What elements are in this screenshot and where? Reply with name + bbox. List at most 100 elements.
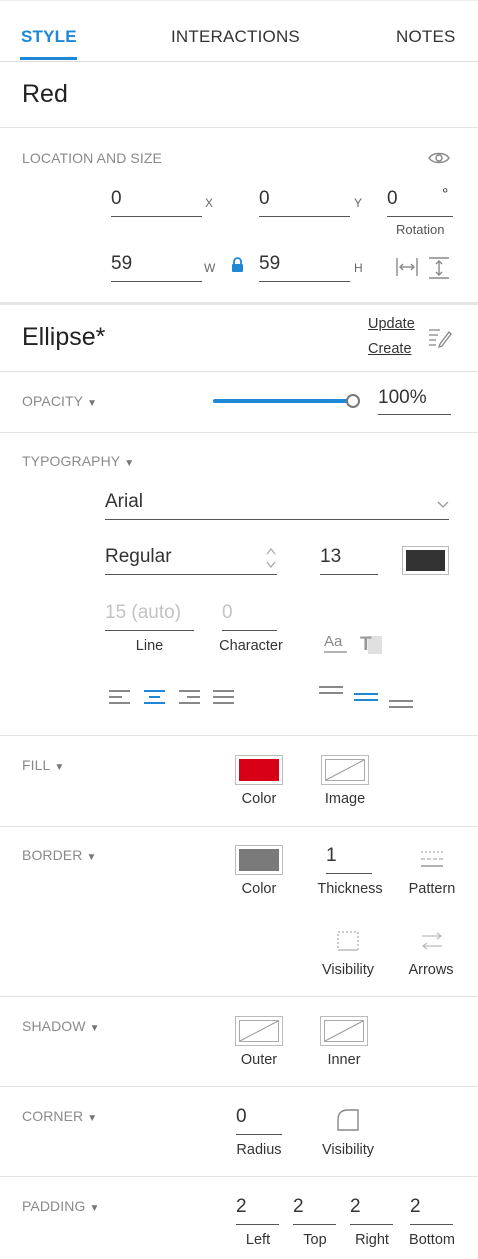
font-weight-select[interactable]: Regular bbox=[105, 546, 172, 568]
fill-image-swatch[interactable] bbox=[321, 755, 369, 785]
x-input[interactable]: 0 bbox=[111, 188, 122, 210]
border-color-swatch[interactable] bbox=[235, 845, 283, 875]
valign-middle-icon[interactable] bbox=[353, 691, 379, 703]
y-underline bbox=[259, 216, 350, 217]
svg-text:T: T bbox=[360, 634, 372, 655]
element-name[interactable]: Red bbox=[22, 80, 68, 109]
corner-radius-label: Radius bbox=[236, 1142, 282, 1158]
border-arrows-label: Arrows bbox=[408, 962, 454, 978]
fit-height-icon[interactable] bbox=[428, 256, 450, 280]
fill-image-label: Image bbox=[324, 791, 366, 807]
valign-top-icon[interactable] bbox=[318, 684, 344, 696]
opacity-label[interactable]: OPACITY ▼ bbox=[22, 393, 97, 409]
font-weight-underline bbox=[105, 574, 277, 575]
rotation-underline bbox=[387, 216, 453, 217]
valign-bottom-icon[interactable] bbox=[388, 698, 414, 710]
padding-top-label: Top bbox=[303, 1232, 327, 1248]
border-color-label: Color bbox=[241, 881, 277, 897]
arrows-icon[interactable] bbox=[420, 930, 444, 952]
pattern-icon[interactable] bbox=[420, 849, 444, 869]
border-thickness-underline bbox=[326, 873, 372, 874]
border-pattern-label: Pattern bbox=[408, 881, 456, 897]
x-label: X bbox=[205, 196, 214, 210]
font-size-underline bbox=[320, 574, 378, 575]
align-center-icon[interactable] bbox=[143, 688, 167, 706]
font-color-swatch[interactable] bbox=[402, 546, 449, 575]
opacity-input[interactable]: 100% bbox=[378, 387, 427, 409]
opacity-slider-fill bbox=[213, 399, 353, 403]
tab-interactions[interactable]: INTERACTIONS bbox=[171, 27, 300, 47]
border-thickness-label: Thickness bbox=[317, 881, 383, 897]
char-spacing-label: Character bbox=[219, 638, 283, 654]
padding-left-input[interactable]: 2 bbox=[236, 1196, 247, 1218]
padding-left-label: Left bbox=[245, 1232, 271, 1248]
corner-visibility-icon[interactable] bbox=[336, 1108, 360, 1132]
text-shadow-icon[interactable]: T bbox=[359, 630, 385, 656]
eye-icon[interactable] bbox=[427, 150, 451, 166]
chevron-updown-icon[interactable] bbox=[265, 546, 277, 570]
outer-shadow-label: Outer bbox=[240, 1052, 278, 1068]
y-input[interactable]: 0 bbox=[259, 188, 270, 210]
font-family-underline bbox=[105, 519, 449, 520]
update-style-link[interactable]: Update bbox=[368, 316, 415, 332]
corner-visibility-label: Visibility bbox=[321, 1142, 375, 1158]
rotation-input[interactable]: 0 bbox=[387, 188, 398, 210]
edit-style-icon[interactable] bbox=[428, 326, 452, 348]
border-visibility-label: Visibility bbox=[321, 962, 375, 978]
corner-label[interactable]: CORNER ▼ bbox=[22, 1108, 97, 1124]
location-size-label: LOCATION AND SIZE bbox=[22, 150, 162, 166]
text-case-icon[interactable]: Aa bbox=[323, 630, 349, 654]
tab-style[interactable]: STYLE bbox=[21, 27, 77, 47]
font-size-input[interactable]: 13 bbox=[320, 546, 341, 568]
padding-top-input[interactable]: 2 bbox=[293, 1196, 304, 1218]
opacity-slider-track[interactable] bbox=[213, 399, 353, 403]
x-underline bbox=[111, 216, 202, 217]
fill-color-swatch[interactable] bbox=[235, 755, 283, 785]
rotation-unit: ° bbox=[442, 186, 449, 203]
height-input[interactable]: 59 bbox=[259, 253, 280, 275]
active-tab-indicator bbox=[20, 57, 77, 60]
line-height-input[interactable]: 15 (auto) bbox=[105, 602, 181, 624]
style-name[interactable]: Ellipse* bbox=[22, 323, 105, 352]
padding-bottom-label: Bottom bbox=[409, 1232, 455, 1248]
height-underline bbox=[259, 281, 350, 282]
fit-width-icon[interactable] bbox=[395, 256, 419, 278]
padding-right-input[interactable]: 2 bbox=[350, 1196, 361, 1218]
border-visibility-icon[interactable] bbox=[336, 930, 360, 952]
corner-radius-underline bbox=[236, 1134, 282, 1135]
tab-notes[interactable]: NOTES bbox=[396, 27, 456, 47]
padding-label[interactable]: PADDING ▼ bbox=[22, 1198, 99, 1214]
rotation-label: Rotation bbox=[396, 222, 445, 237]
border-thickness-input[interactable]: 1 bbox=[326, 845, 337, 867]
align-justify-icon[interactable] bbox=[212, 688, 236, 706]
shadow-label[interactable]: SHADOW ▼ bbox=[22, 1018, 100, 1034]
border-label[interactable]: BORDER ▼ bbox=[22, 847, 97, 863]
width-underline bbox=[111, 281, 202, 282]
outer-shadow-swatch[interactable] bbox=[235, 1016, 283, 1046]
inner-shadow-swatch[interactable] bbox=[320, 1016, 368, 1046]
y-label: Y bbox=[354, 196, 363, 210]
opacity-slider-handle[interactable] bbox=[346, 394, 360, 408]
line-height-label: Line bbox=[135, 638, 164, 654]
chevron-down-icon[interactable] bbox=[437, 501, 449, 509]
w-label: W bbox=[204, 261, 216, 275]
char-spacing-underline bbox=[222, 630, 277, 631]
fill-label[interactable]: FILL ▼ bbox=[22, 757, 64, 773]
padding-top-underline bbox=[293, 1224, 336, 1225]
lock-icon[interactable] bbox=[231, 257, 244, 272]
h-label: H bbox=[354, 261, 363, 275]
typography-label[interactable]: TYPOGRAPHY ▼ bbox=[22, 453, 134, 469]
inner-shadow-label: Inner bbox=[327, 1052, 361, 1068]
char-spacing-input[interactable]: 0 bbox=[222, 602, 233, 624]
fill-color-label: Color bbox=[241, 791, 277, 807]
align-right-icon[interactable] bbox=[178, 688, 202, 706]
padding-bottom-input[interactable]: 2 bbox=[410, 1196, 421, 1218]
padding-right-underline bbox=[350, 1224, 393, 1225]
align-left-icon[interactable] bbox=[108, 688, 132, 706]
width-input[interactable]: 59 bbox=[111, 253, 132, 275]
corner-radius-input[interactable]: 0 bbox=[236, 1106, 247, 1128]
line-height-underline bbox=[105, 630, 194, 631]
create-style-link[interactable]: Create bbox=[368, 341, 412, 357]
padding-right-label: Right bbox=[355, 1232, 389, 1248]
font-family-select[interactable]: Arial bbox=[105, 491, 143, 513]
